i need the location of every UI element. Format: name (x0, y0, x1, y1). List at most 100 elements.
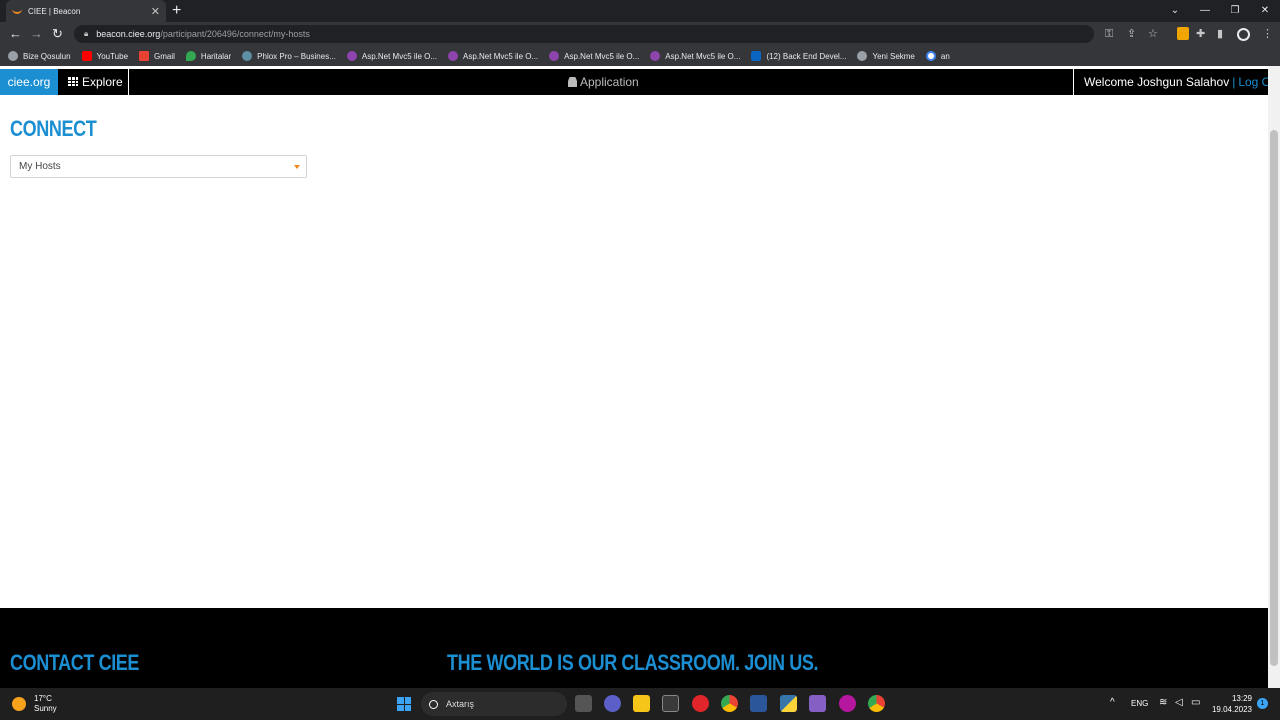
bookmark-item[interactable]: an (925, 51, 950, 61)
language-indicator[interactable]: ENG (1131, 699, 1148, 708)
chrome-profile-icon[interactable] (868, 695, 885, 712)
reload-icon[interactable]: ↻ (52, 26, 63, 42)
clock-time: 13:29 (1231, 694, 1252, 703)
chrome-icon[interactable] (721, 695, 738, 712)
brand-link[interactable]: ciee.org (0, 69, 58, 95)
gmail-icon (139, 51, 150, 61)
user-icon (568, 77, 577, 87)
clock-date: 19.04.2023 (1211, 705, 1252, 714)
browser-tab[interactable]: CIEE | Beacon ✕ (6, 0, 166, 22)
udemy-icon (346, 51, 357, 61)
extensions-icon[interactable]: ✚ (1196, 27, 1205, 41)
system-clock[interactable]: 13:29 19.04.2023 (1208, 693, 1252, 715)
temperature: 17°C (34, 694, 52, 703)
share-icon[interactable]: ⇪ (1127, 27, 1136, 41)
taskbar-search[interactable]: Axtarış (421, 692, 567, 716)
tray-chevron-icon[interactable]: ^ (1110, 697, 1115, 708)
weather-condition: Sunny (34, 704, 57, 713)
explore-menu[interactable]: Explore (59, 69, 129, 95)
tab-close-icon[interactable]: ✕ (151, 5, 160, 18)
tab-search-button[interactable]: ⌄ (1160, 0, 1190, 22)
notification-badge[interactable]: 1 (1257, 698, 1268, 709)
side-panel-icon[interactable]: ▮ (1217, 27, 1223, 41)
bookmark-item[interactable]: Yeni Sekme (857, 51, 915, 61)
url-host: beacon.ciee.org (96, 29, 161, 39)
windows-taskbar: 17°C Sunny Axtarış ^ ENG ≋ ◁ ▭ 13:29 19.… (0, 688, 1280, 720)
python-icon[interactable] (780, 695, 797, 712)
search-icon (429, 699, 438, 709)
bookmark-item[interactable]: Asp.Net Mvc5 ile O... (650, 51, 740, 61)
word-icon[interactable] (750, 695, 767, 712)
close-window-button[interactable]: ✕ (1250, 0, 1280, 22)
chevron-down-icon (294, 165, 300, 169)
maps-icon (185, 51, 196, 61)
bookmark-item[interactable]: Gmail (139, 51, 175, 61)
separator: | (1232, 75, 1236, 89)
scrollbar-thumb[interactable] (1270, 130, 1278, 666)
bookmark-item[interactable]: Asp.Net Mvc5 ile O... (346, 51, 437, 61)
volume-icon[interactable]: ◁ (1175, 697, 1183, 708)
url-path: /participant/206496/connect/my-hosts (160, 29, 310, 39)
visual-studio-icon[interactable] (809, 695, 826, 712)
menu-kebab-icon[interactable]: ⋮ (1262, 27, 1273, 41)
application-link[interactable]: Application (568, 69, 639, 95)
bookmark-item[interactable]: Asp.Net Mvc5 ile O... (549, 51, 639, 61)
windows-start-icon[interactable] (397, 697, 411, 711)
opera-gx-icon[interactable] (839, 695, 856, 712)
linkedin-icon (751, 51, 762, 61)
bookmark-item[interactable]: Bize Qosulun (8, 51, 71, 61)
udemy-icon (549, 51, 560, 61)
sun-icon (12, 697, 26, 711)
profile-avatar[interactable] (1237, 28, 1250, 41)
footer-contact-heading: CONTACT CIEE (10, 650, 140, 675)
youtube-icon (81, 51, 92, 61)
store-icon[interactable] (662, 695, 679, 712)
site-footer: CONTACT CIEE THE WORLD IS OUR CLASSROOM.… (0, 608, 1268, 688)
search-label: Axtarış (446, 699, 475, 709)
browser-toolbar: ← → ↻ 🔒︎ beacon.ciee.org /participant/20… (0, 22, 1280, 46)
browser-tab-bar: CIEE | Beacon ✕ + ⌄ — ❐ ✕ (0, 0, 1280, 22)
tab-title: CIEE | Beacon (28, 6, 81, 16)
phlox-icon (242, 51, 253, 61)
extension-badge-icon[interactable] (1177, 27, 1189, 40)
address-bar[interactable]: 🔒︎ beacon.ciee.org /participant/206496/c… (74, 25, 1094, 43)
weather-widget[interactable]: 17°C Sunny (12, 694, 57, 714)
udemy-icon (650, 51, 661, 61)
minimize-button[interactable]: — (1190, 0, 1220, 22)
task-view-icon[interactable] (575, 695, 592, 712)
hosts-select[interactable]: My Hosts (10, 155, 307, 178)
page-title: CONNECT (10, 116, 97, 141)
grid-icon (68, 77, 78, 86)
bookmark-item[interactable]: (12) Back End Devel... (751, 51, 846, 61)
ciee-favicon-icon (12, 8, 22, 14)
bookmark-item[interactable]: YouTube (81, 51, 128, 61)
globe-icon (8, 51, 18, 61)
key-icon[interactable]: ⚿ (1105, 27, 1113, 41)
teams-chat-icon[interactable] (604, 695, 621, 712)
battery-icon[interactable]: ▭ (1191, 697, 1200, 708)
logout-link[interactable]: Log Out (1238, 75, 1268, 89)
bookmark-item[interactable]: Phlox Pro – Busines... (242, 51, 336, 61)
bookmark-item[interactable]: Haritalar (185, 51, 231, 61)
restore-button[interactable]: ❐ (1220, 0, 1250, 22)
welcome-text: Welcome Joshgun Salahov (1084, 75, 1230, 89)
user-area: Welcome Joshgun Salahov|Log Out (1073, 69, 1268, 95)
site-navbar: ciee.org Explore Application Welcome Jos… (0, 69, 1268, 95)
opera-icon[interactable] (692, 695, 709, 712)
lock-icon: 🔒︎ (84, 29, 89, 38)
file-explorer-icon[interactable] (633, 695, 650, 712)
new-tab-button[interactable]: + (172, 1, 181, 21)
google-icon (925, 51, 936, 61)
bookmarks-bar: Bize Qosulun YouTube Gmail Haritalar Phl… (0, 46, 1280, 66)
footer-slogan: THE WORLD IS OUR CLASSROOM. JOIN US. (447, 650, 819, 675)
application-label: Application (580, 75, 639, 89)
forward-arrow-icon[interactable]: → (30, 26, 43, 42)
select-value: My Hosts (19, 161, 61, 172)
bookmark-star-icon[interactable]: ☆ (1148, 27, 1158, 41)
wifi-icon[interactable]: ≋ (1159, 697, 1167, 708)
page-scrollbar[interactable] (1268, 66, 1280, 688)
web-page: ciee.org Explore Application Welcome Jos… (0, 66, 1268, 688)
bookmark-item[interactable]: Asp.Net Mvc5 ile O... (448, 51, 538, 61)
back-arrow-icon[interactable]: ← (9, 26, 22, 42)
window-controls: ⌄ — ❐ ✕ (1160, 0, 1280, 22)
